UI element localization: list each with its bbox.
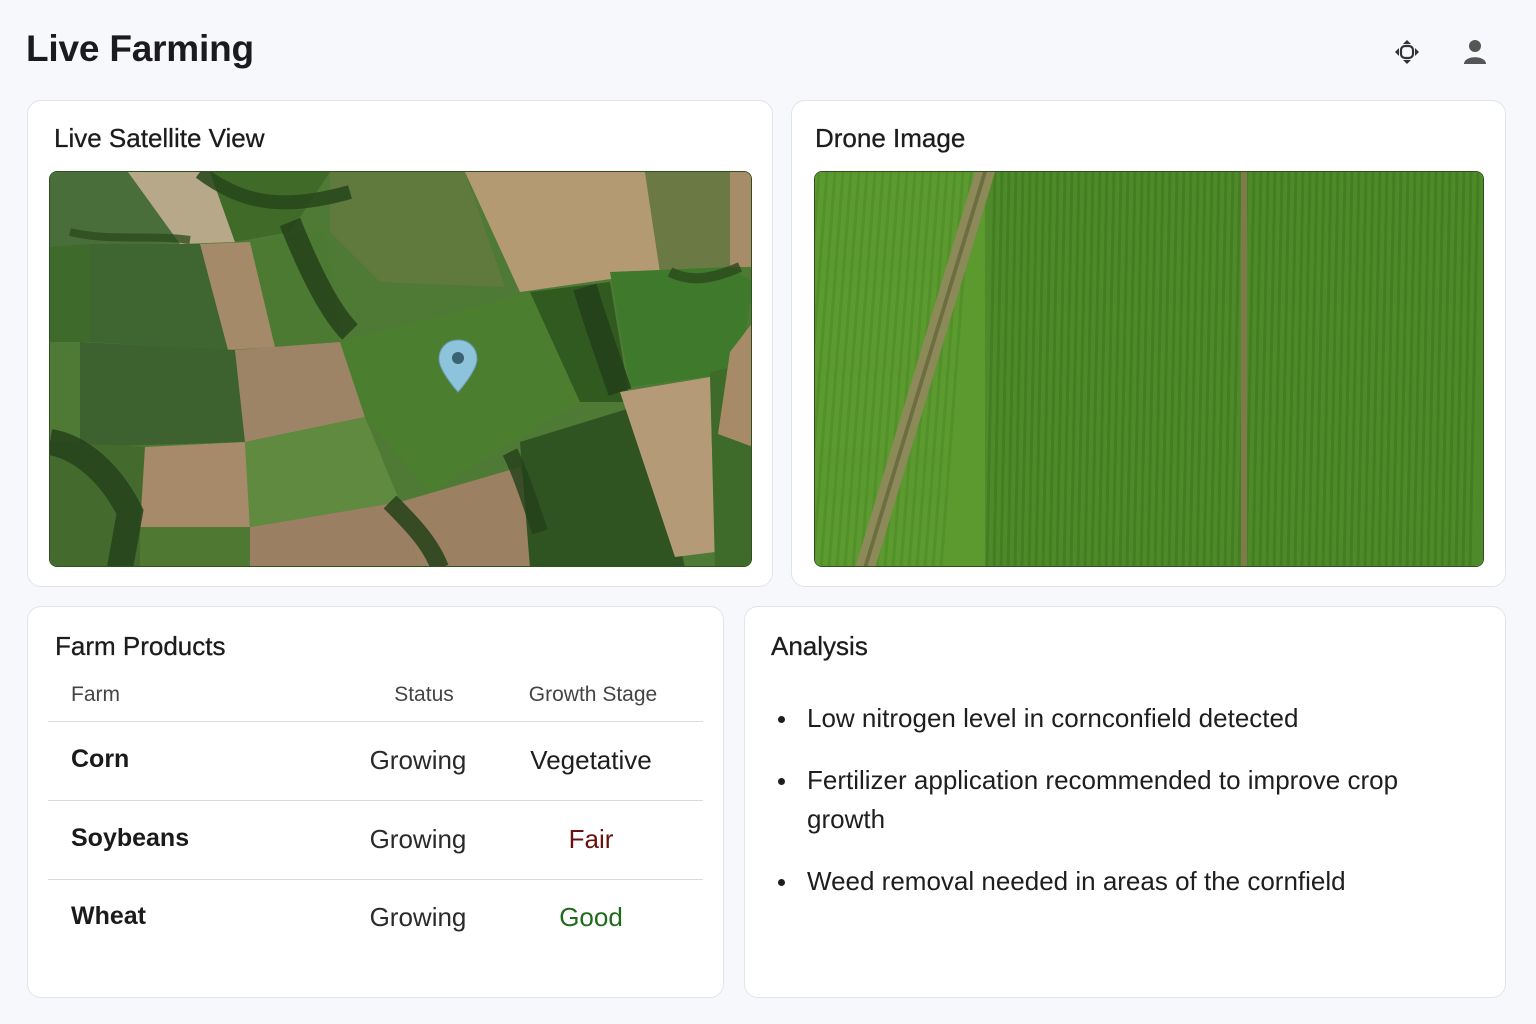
table-divider — [48, 800, 703, 801]
satellite-map[interactable] — [49, 171, 752, 567]
drone-move-icon[interactable] — [1387, 32, 1427, 72]
row-status: Growing — [369, 824, 467, 854]
analysis-item: Weed removal needed in areas of the corn… — [775, 862, 1425, 901]
row-growth-stage: Good — [559, 902, 623, 932]
row-farm-name: Wheat — [71, 902, 146, 930]
row-status: Growing — [369, 902, 467, 932]
satellite-title: Live Satellite View — [54, 123, 265, 153]
table-divider — [48, 721, 703, 722]
column-header-status: Status — [394, 683, 454, 706]
table-divider — [48, 879, 703, 880]
app-title: Live Farming — [26, 28, 254, 69]
row-growth-stage: Vegetative — [530, 745, 652, 775]
user-icon[interactable] — [1455, 32, 1495, 72]
analysis-list: Low nitrogen level in cornconfield detec… — [775, 699, 1425, 924]
column-header-farm: Farm — [71, 683, 120, 706]
drone-image[interactable] — [814, 171, 1484, 567]
satellite-card: Live Satellite View — [27, 100, 773, 587]
analysis-item: Low nitrogen level in cornconfield detec… — [775, 699, 1425, 738]
analysis-card: Analysis Low nitrogen level in cornconfi… — [744, 606, 1506, 998]
farm-products-title: Farm Products — [55, 631, 226, 661]
drone-title: Drone Image — [815, 123, 966, 153]
row-growth-stage: Fair — [568, 824, 614, 854]
analysis-title: Analysis — [771, 631, 868, 661]
row-farm-name: Soybeans — [71, 824, 190, 852]
analysis-item: Fertilizer application recommended to im… — [775, 761, 1425, 839]
row-farm-name: Corn — [71, 745, 130, 773]
column-header-growth-stage: Growth Stage — [528, 683, 658, 706]
row-status: Growing — [369, 745, 467, 775]
farm-products-card: Farm Products Farm Status Growth Stage C… — [27, 606, 724, 998]
drone-card: Drone Image — [791, 100, 1506, 587]
